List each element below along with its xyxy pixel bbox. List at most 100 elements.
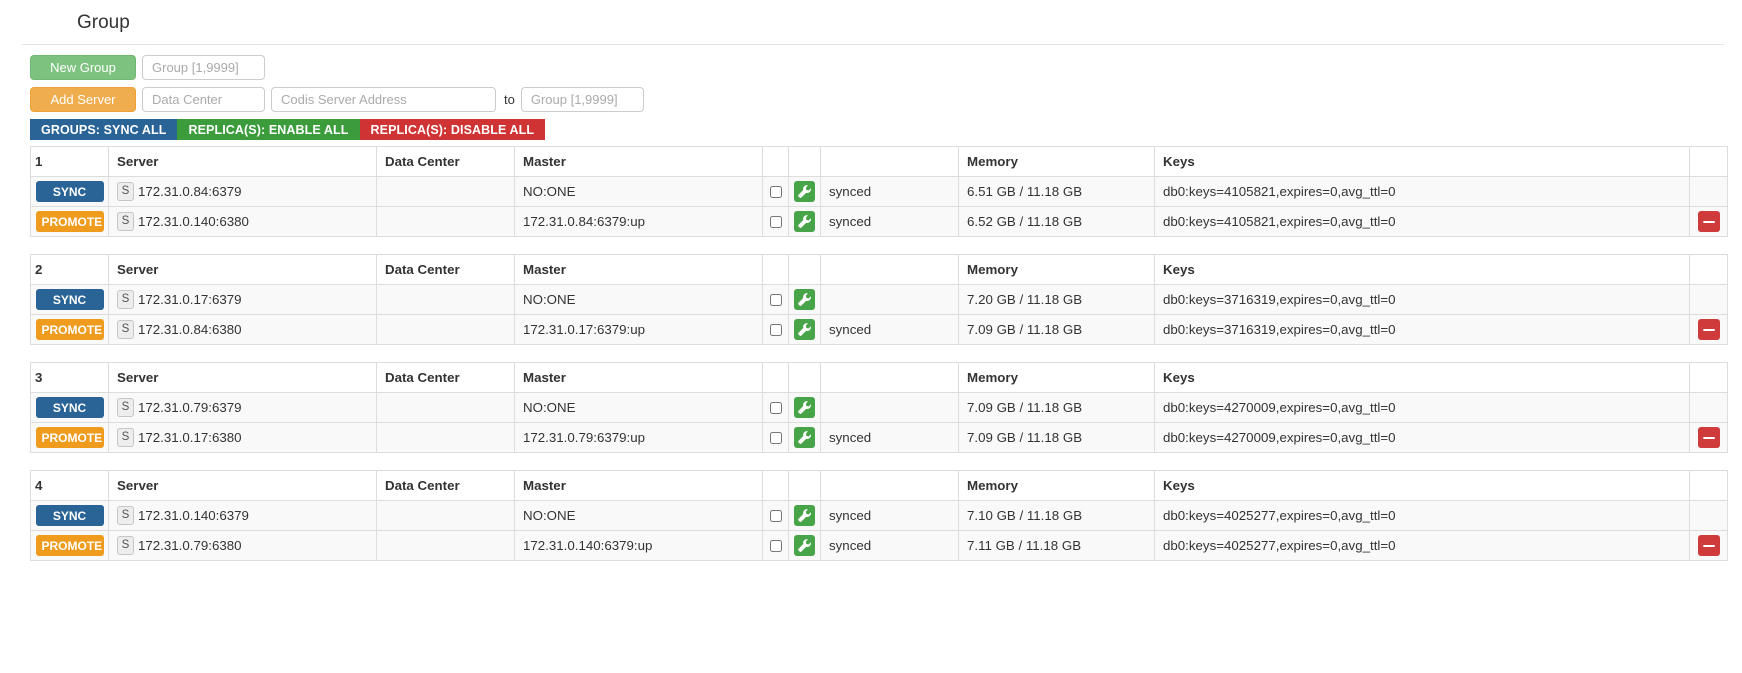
row-action-cell: PROMOTE (30, 314, 109, 345)
row-action-cell: PROMOTE (30, 530, 109, 561)
sync-button[interactable]: SYNC (35, 181, 104, 202)
column-header-server: Server (108, 254, 377, 285)
sync-state-cell: synced (820, 530, 959, 561)
wrench-icon[interactable] (794, 289, 815, 310)
column-header-state (820, 362, 959, 393)
group-table: 2 Server Data Center Master Memory Keys SYNC S 1… (30, 254, 1728, 345)
column-header-delete (1689, 146, 1728, 177)
add-server-button[interactable]: Add Server (30, 87, 136, 112)
target-group-input[interactable] (520, 87, 644, 112)
server-cell: S 172.31.0.79:6380 (108, 530, 377, 561)
bulk-action-bar: GROUPS: SYNC ALL REPLICA(S): ENABLE ALL RE… (30, 119, 1742, 140)
row-settings-cell (788, 284, 821, 315)
row-checkbox-cell (762, 314, 789, 345)
wrench-icon[interactable] (794, 181, 815, 202)
column-header-state (820, 470, 959, 501)
column-header-data-center: Data Center (376, 470, 515, 501)
replicas-disable-all-button[interactable]: REPLICA(S): DISABLE ALL (359, 119, 546, 140)
row-checkbox-cell (762, 206, 789, 237)
master-cell: 172.31.0.140:6379:up (514, 530, 763, 561)
table-row: PROMOTE S 172.31.0.140:6380 172.31.0.84:637… (30, 206, 1728, 237)
row-checkbox[interactable] (769, 432, 782, 445)
column-header-master: Master (514, 254, 763, 285)
row-checkbox[interactable] (769, 540, 782, 553)
wrench-icon[interactable] (794, 427, 815, 448)
toolbar: New Group Add Server to GROUPS: SYNC ALL… (0, 45, 1742, 140)
server-address[interactable]: 172.31.0.84:6379 (138, 184, 242, 199)
row-action-cell: PROMOTE (30, 206, 109, 237)
row-checkbox-cell (762, 422, 789, 453)
remove-server-button[interactable] (1697, 535, 1720, 556)
promote-button[interactable]: PROMOTE (35, 535, 104, 556)
column-header-memory: Memory (958, 254, 1155, 285)
server-address[interactable]: 172.31.0.140:6379 (138, 508, 249, 523)
slave-role-badge: S (117, 182, 134, 201)
wrench-icon[interactable] (794, 505, 815, 526)
server-address[interactable]: 172.31.0.79:6379 (138, 400, 242, 415)
server-cell: S 172.31.0.17:6379 (108, 284, 377, 315)
data-center-cell (376, 500, 515, 531)
server-address[interactable]: 172.31.0.140:6380 (138, 214, 249, 229)
group-id: 2 (30, 254, 109, 285)
row-settings-cell (788, 422, 821, 453)
memory-cell: 7.09 GB / 11.18 GB (958, 314, 1155, 345)
server-address[interactable]: 172.31.0.84:6380 (138, 322, 242, 337)
slave-role-badge: S (117, 506, 134, 525)
row-checkbox[interactable] (769, 216, 782, 229)
data-center-input[interactable] (142, 87, 265, 112)
group-id: 1 (30, 146, 109, 177)
server-cell: S 172.31.0.17:6380 (108, 422, 377, 453)
row-action-cell: SYNC (30, 176, 109, 207)
master-cell: 172.31.0.79:6379:up (514, 422, 763, 453)
wrench-icon[interactable] (794, 319, 815, 340)
delete-cell (1689, 314, 1728, 345)
column-header-keys: Keys (1154, 254, 1690, 285)
codis-server-address-input[interactable] (271, 87, 496, 112)
promote-button[interactable]: PROMOTE (35, 319, 104, 340)
sync-state-cell: synced (820, 176, 959, 207)
keys-cell: db0:keys=3716319,expires=0,avg_ttl=0 (1154, 284, 1690, 315)
keys-cell: db0:keys=4025277,expires=0,avg_ttl=0 (1154, 500, 1690, 531)
wrench-icon[interactable] (794, 535, 815, 556)
group-id: 3 (30, 362, 109, 393)
slave-role-badge: S (117, 212, 134, 231)
memory-cell: 7.09 GB / 11.18 GB (958, 422, 1155, 453)
server-address[interactable]: 172.31.0.17:6379 (138, 292, 242, 307)
page-root: Group New Group Add Server to GROUPS: SY… (0, 0, 1742, 561)
row-settings-cell (788, 314, 821, 345)
sync-button[interactable]: SYNC (35, 397, 104, 418)
remove-server-button[interactable] (1697, 427, 1720, 448)
master-cell: NO:ONE (514, 392, 763, 423)
delete-cell (1689, 530, 1728, 561)
promote-button[interactable]: PROMOTE (35, 427, 104, 448)
server-address[interactable]: 172.31.0.17:6380 (138, 430, 242, 445)
replicas-enable-all-button[interactable]: REPLICA(S): ENABLE ALL (177, 119, 360, 140)
row-checkbox[interactable] (769, 324, 782, 337)
sync-button[interactable]: SYNC (35, 289, 104, 310)
row-checkbox[interactable] (769, 186, 782, 199)
new-group-id-input[interactable] (142, 55, 265, 80)
remove-server-button[interactable] (1697, 211, 1720, 232)
group-table: 1 Server Data Center Master Memory Keys SYNC S 1… (30, 146, 1728, 237)
group-table: 4 Server Data Center Master Memory Keys SYNC S 1… (30, 470, 1728, 561)
server-address[interactable]: 172.31.0.79:6380 (138, 538, 242, 553)
row-checkbox[interactable] (769, 402, 782, 415)
row-checkbox[interactable] (769, 294, 782, 307)
column-header-checkbox (762, 362, 789, 393)
groups-sync-all-button[interactable]: GROUPS: SYNC ALL (30, 119, 178, 140)
sync-button[interactable]: SYNC (35, 505, 104, 526)
wrench-icon[interactable] (794, 211, 815, 232)
row-checkbox[interactable] (769, 510, 782, 523)
column-header-checkbox (762, 470, 789, 501)
remove-server-button[interactable] (1697, 319, 1720, 340)
new-group-button[interactable]: New Group (30, 55, 136, 80)
wrench-icon[interactable] (794, 397, 815, 418)
row-action-cell: PROMOTE (30, 422, 109, 453)
promote-button[interactable]: PROMOTE (35, 211, 104, 232)
table-row: PROMOTE S 172.31.0.79:6380 172.31.0.140:637… (30, 530, 1728, 561)
memory-cell: 7.09 GB / 11.18 GB (958, 392, 1155, 423)
group-table: 3 Server Data Center Master Memory Keys SYNC S 1… (30, 362, 1728, 453)
column-header-delete (1689, 362, 1728, 393)
data-center-cell (376, 392, 515, 423)
row-checkbox-cell (762, 530, 789, 561)
